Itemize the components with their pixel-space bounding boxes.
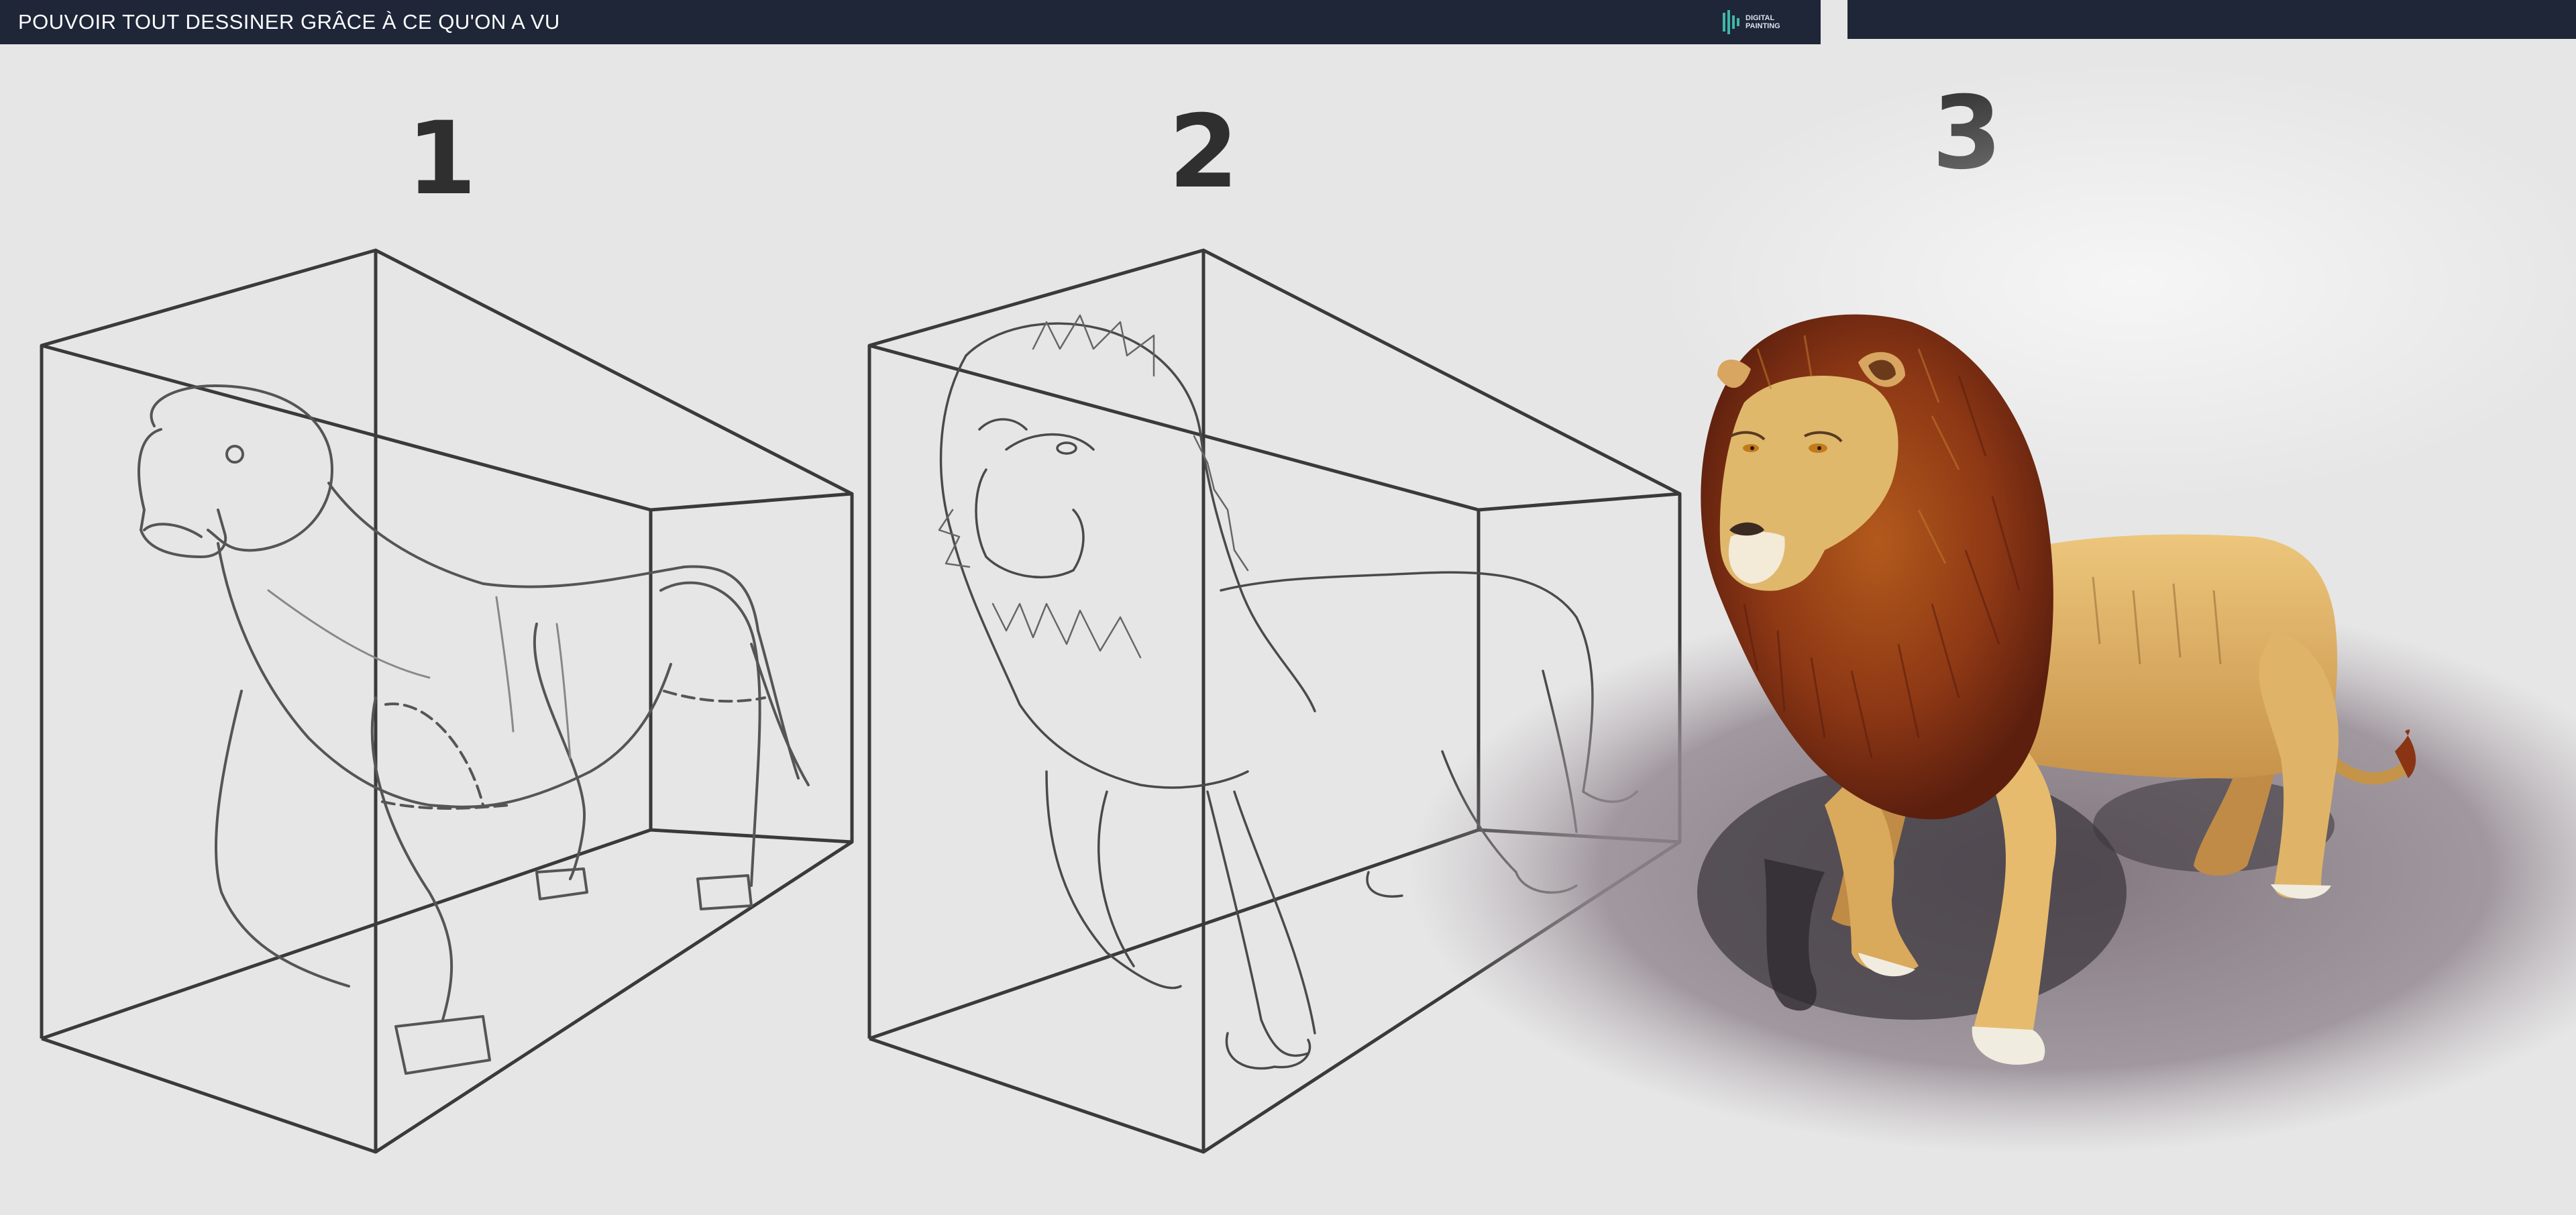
brand-logo[interactable]: DIGITAL PAINTING: [1720, 8, 1780, 36]
illustration-canvas: 1 2 3: [0, 44, 2576, 1215]
logo-line-1: DIGITAL: [1746, 14, 1775, 22]
logo-text: DIGITAL PAINTING: [1746, 14, 1780, 30]
header-bar: POUVOIR TOUT DESSINER GRÂCE À CE QU'ON A…: [0, 0, 1821, 44]
painted-lion-scene: [1409, 60, 2576, 1154]
drawing-svg: [40, 60, 2576, 1154]
page-title: POUVOIR TOUT DESSINER GRÂCE À CE QU'ON A…: [18, 10, 560, 34]
logo-line-2: PAINTING: [1746, 22, 1780, 30]
header-bar-secondary: [1847, 0, 2576, 39]
logo-icon: [1723, 10, 1739, 34]
